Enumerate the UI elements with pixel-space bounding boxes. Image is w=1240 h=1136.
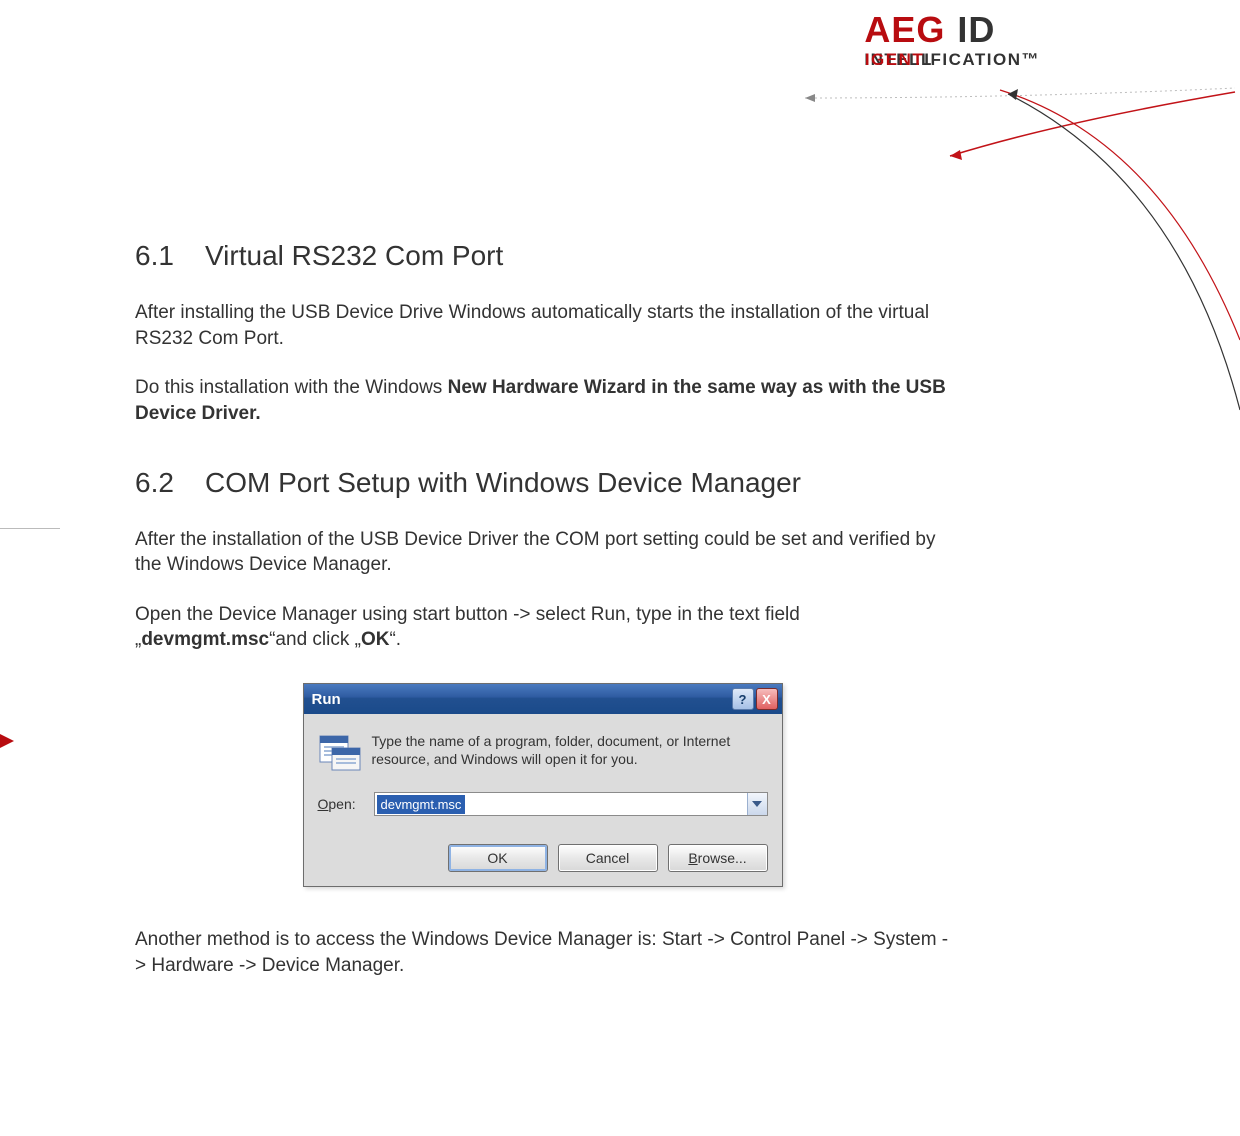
heading-6-2-num: 6.2 [135,467,205,499]
para-6-1-b-pre: Do this installation with the Windows [135,377,448,398]
heading-6-1-title: Virtual RS232 Com Port [205,240,503,271]
side-red-marker-icon [0,734,14,748]
run-app-icon [318,732,362,772]
para-6-2-c: Another method is to access the Windows … [135,927,950,978]
heading-6-2-title: COM Port Setup with Windows Device Manag… [205,467,801,498]
logo-aeg-text: AEG [864,9,945,50]
run-dialog-body-text: Type the name of a program, folder, docu… [372,732,768,768]
heading-6-1-num: 6.1 [135,240,205,272]
side-divider-line [0,528,60,529]
browse-button[interactable]: Browse... [668,844,768,872]
help-icon: ? [739,692,747,707]
para-6-2-b-cmd: devmgmt.msc [141,629,269,650]
tagline-part-b: IFICATION™ [924,50,1040,69]
open-combobox[interactable]: devmgmt.msc [374,792,768,816]
cancel-button[interactable]: Cancel [558,844,658,872]
para-6-2-b: Open the Device Manager using start butt… [135,602,950,653]
para-6-2-a: After the installation of the USB Device… [135,527,950,578]
brand-tagline: INTELLIGENTIFICATION™ [864,50,1040,70]
brand-logo: AEG ID INTELLIGENTIFICATION™ [864,12,1040,70]
para-6-1-a: After installing the USB Device Drive Wi… [135,300,950,351]
close-icon: X [762,692,771,707]
ok-button[interactable]: OK [448,844,548,872]
run-dialog-titlebar: Run ? X [304,684,782,714]
para-6-2-b-b: “and click „ [269,629,361,650]
open-combobox-value: devmgmt.msc [377,795,466,814]
para-6-1-b: Do this installation with the Windows Ne… [135,375,950,426]
titlebar-close-button[interactable]: X [756,688,778,710]
heading-6-1: 6.1Virtual RS232 Com Port [135,240,950,272]
para-6-2-b-c: “. [389,629,401,650]
heading-6-2: 6.2COM Port Setup with Windows Device Ma… [135,467,950,499]
chevron-down-icon[interactable] [747,793,767,815]
run-dialog: Run ? X Type [303,683,783,887]
logo-id-text: ID [957,9,995,50]
open-label: Open: [318,796,374,812]
para-6-2-b-ok: OK [361,629,390,650]
run-dialog-title-text: Run [312,691,730,708]
tagline-overlay: IGENT [865,50,924,69]
titlebar-help-button[interactable]: ? [732,688,754,710]
